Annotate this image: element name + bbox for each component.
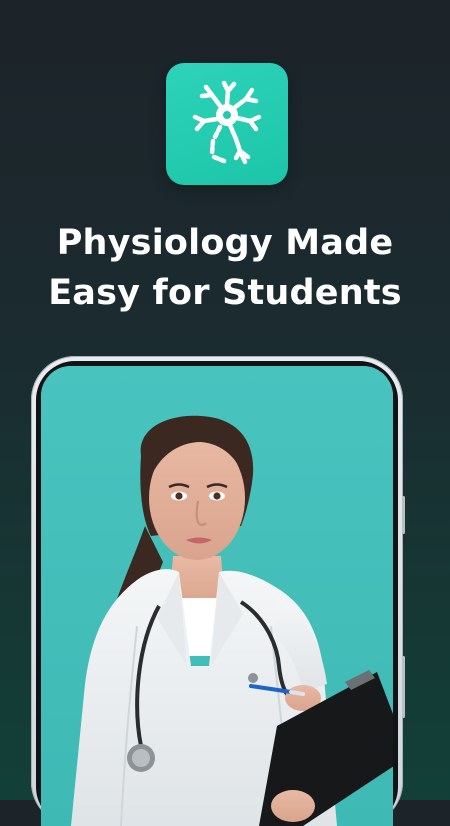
phone-side-button [402, 656, 405, 718]
doctor-photo [41, 366, 393, 826]
app-logo [166, 63, 288, 185]
neuron-icon [192, 80, 262, 165]
headline: Physiology Made Easy for Students [0, 218, 450, 318]
headline-line-1: Physiology Made [56, 223, 394, 263]
phone-mockup [31, 356, 405, 826]
phone-screen [41, 366, 393, 826]
phone-side-button [402, 496, 405, 534]
headline-line-2: Easy for Students [48, 273, 402, 313]
